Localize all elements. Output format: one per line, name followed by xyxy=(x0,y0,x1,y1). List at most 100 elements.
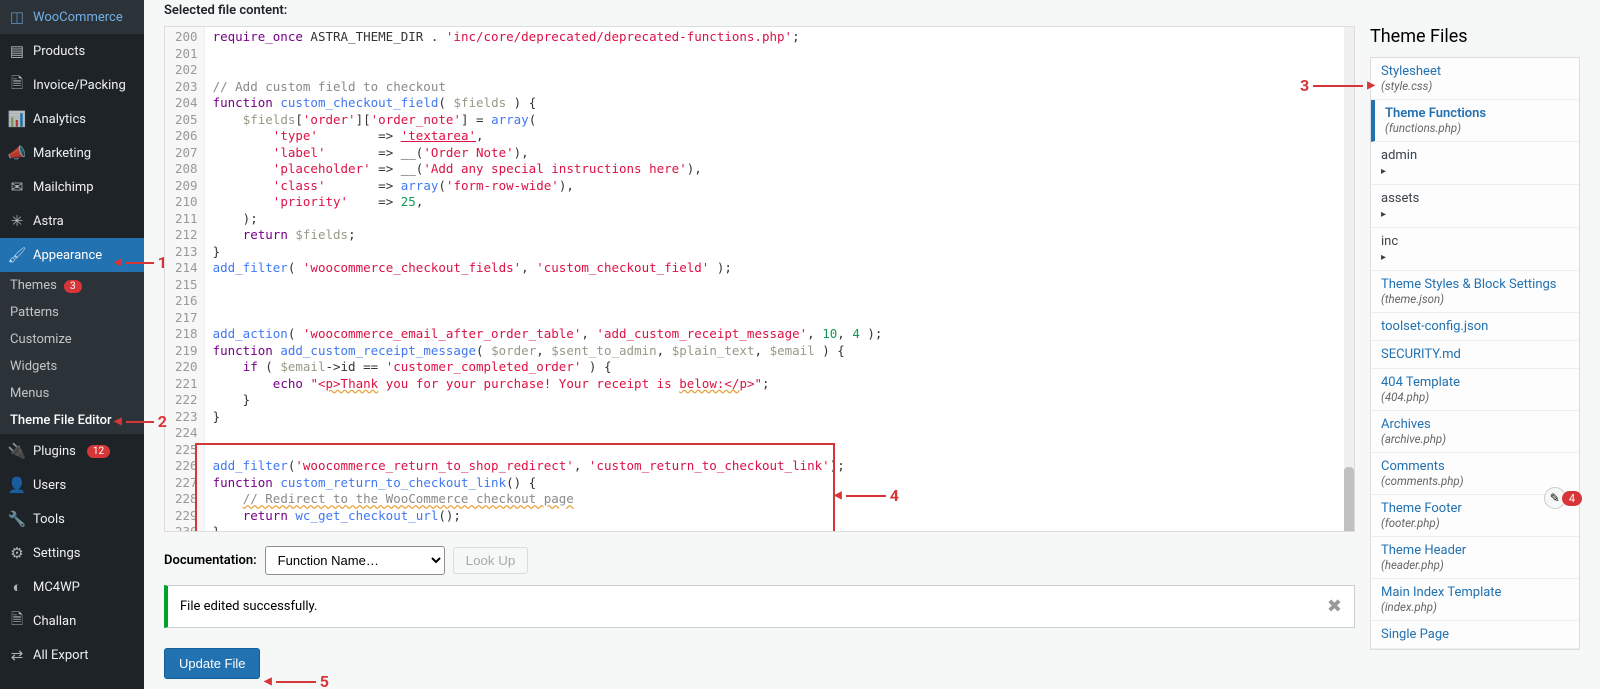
sidebar-item-label: Analytics xyxy=(33,112,86,127)
file-label: Stylesheet xyxy=(1381,64,1569,79)
doc-label: Documentation: xyxy=(164,553,257,568)
annotation-num-4: 4 xyxy=(890,486,899,505)
documentation-row: Documentation: Function Name… Look Up xyxy=(164,532,1355,585)
file-item-admin[interactable]: admin xyxy=(1371,142,1579,185)
update-file-button[interactable]: Update File xyxy=(164,648,260,679)
sidebar-item-label: Plugins xyxy=(33,444,76,459)
sidebar-item-woocommerce[interactable]: ◫ WooCommerce xyxy=(0,0,144,34)
sidebar-item-products[interactable]: ▤ Products xyxy=(0,34,144,68)
file-subname: (functions.php) xyxy=(1385,121,1569,135)
sidebar-item-label: Invoice/Packing xyxy=(33,78,126,93)
file-label: SECURITY.md xyxy=(1381,347,1569,362)
count-badge: 12 xyxy=(87,445,110,458)
success-notice: File edited successfully. ✖ xyxy=(164,585,1355,628)
file-label: Theme Functions xyxy=(1385,106,1569,121)
file-label: Theme Footer xyxy=(1381,501,1569,516)
annotation-arrow-5: 5 xyxy=(264,672,329,689)
file-subname: (header.php) xyxy=(1381,558,1569,572)
sidebar-item-label: Products xyxy=(33,44,85,59)
code-editor[interactable]: 2002012022032042052062072082092102112122… xyxy=(164,26,1355,532)
file-label: Main Index Template xyxy=(1381,585,1569,600)
menu-icon: ▤ xyxy=(8,42,26,60)
file-label: Theme Header xyxy=(1381,543,1569,558)
menu-icon: ◫ xyxy=(8,8,26,26)
file-item-theme-functions[interactable]: Theme Functions(functions.php) xyxy=(1371,100,1579,142)
file-label: Archives xyxy=(1381,417,1569,432)
file-item-stylesheet[interactable]: Stylesheet(style.css) xyxy=(1371,58,1579,100)
file-item-archives[interactable]: Archives(archive.php) xyxy=(1371,411,1579,453)
menu-icon: 🔌 xyxy=(8,442,26,460)
submenu-item-widgets[interactable]: Widgets xyxy=(0,353,144,380)
count-badge: 3 xyxy=(64,280,82,293)
sidebar-item-settings[interactable]: ⚙ Settings xyxy=(0,536,144,570)
menu-icon: ⇄ xyxy=(8,646,26,664)
file-label: assets xyxy=(1381,191,1569,206)
menu-icon: ◐ xyxy=(8,578,26,596)
file-label: Theme Styles & Block Settings xyxy=(1381,277,1569,292)
sidebar-item-plugins[interactable]: 🔌 Plugins 12 xyxy=(0,434,144,468)
file-item-inc[interactable]: inc xyxy=(1371,228,1579,271)
main-content: Selected file content: 20020120220320420… xyxy=(144,0,1600,689)
editor-heading: Selected file content: xyxy=(164,0,1580,26)
sidebar-item-astra[interactable]: ✳ Astra xyxy=(0,204,144,238)
file-item-security-md[interactable]: SECURITY.md xyxy=(1371,341,1579,369)
sidebar-item-invoice-packing[interactable]: 🗎 Invoice/Packing xyxy=(0,68,144,102)
sidebar-item-marketing[interactable]: 📣Marketing xyxy=(0,136,144,170)
sidebar-item-label: Astra xyxy=(33,214,64,229)
file-item-404-template[interactable]: 404 Template(404.php) xyxy=(1371,369,1579,411)
menu-icon: 🗎 xyxy=(8,612,26,630)
doc-function-select[interactable]: Function Name… xyxy=(265,546,445,575)
file-subname: (404.php) xyxy=(1381,390,1569,404)
file-label: admin xyxy=(1381,148,1569,163)
files-list: Stylesheet(style.css)Theme Functions(fun… xyxy=(1370,57,1580,650)
files-panel-title: Theme Files xyxy=(1370,26,1580,57)
annotation-num-5: 5 xyxy=(320,672,329,689)
file-subname: (theme.json) xyxy=(1381,292,1569,306)
sidebar-item-tools[interactable]: 🔧Tools xyxy=(0,502,144,536)
file-label: toolset-config.json xyxy=(1381,319,1569,334)
annotation-arrow-4: 4 xyxy=(834,486,899,505)
menu-icon: ✳ xyxy=(8,212,26,230)
sidebar-item-users[interactable]: 👤 Users xyxy=(0,468,144,502)
file-subname: (archive.php) xyxy=(1381,432,1569,446)
submenu-item-patterns[interactable]: Patterns xyxy=(0,299,144,326)
sidebar-item-label: WooCommerce xyxy=(33,10,123,25)
file-item-main-index-template[interactable]: Main Index Template(index.php) xyxy=(1371,579,1579,621)
scroll-thumb[interactable] xyxy=(1344,467,1354,532)
lookup-button[interactable]: Look Up xyxy=(453,547,529,574)
annotation-num-2: 2 xyxy=(158,412,167,431)
sidebar-item-challan[interactable]: 🗎Challan xyxy=(0,604,144,638)
code-editor-area: 2002012022032042052062072082092102112122… xyxy=(164,26,1355,679)
code-lines[interactable]: require_once ASTRA_THEME_DIR . 'inc/core… xyxy=(205,27,1354,531)
sidebar-item-label: All Export xyxy=(33,648,89,663)
file-item-toolset-config-json[interactable]: toolset-config.json xyxy=(1371,313,1579,341)
sidebar-item-label: Settings xyxy=(33,546,80,561)
file-item-single-page[interactable]: Single Page xyxy=(1371,621,1579,649)
close-icon[interactable]: ✖ xyxy=(1327,596,1342,617)
editor-scrollbar[interactable] xyxy=(1344,27,1354,531)
sidebar-item-mc4wp[interactable]: ◐MC4WP xyxy=(0,570,144,604)
file-subname: (index.php) xyxy=(1381,600,1569,614)
annotation-num-1: 1 xyxy=(158,253,167,272)
file-label: 404 Template xyxy=(1381,375,1569,390)
admin-sidebar: ◫ WooCommerce ▤ Products 🗎 Invoice/Packing 📊An… xyxy=(0,0,144,689)
menu-icon: 🗎 xyxy=(8,76,26,94)
sidebar-item-analytics[interactable]: 📊Analytics xyxy=(0,102,144,136)
menu-icon: 👤 xyxy=(8,476,26,494)
submenu-item-customize[interactable]: Customize xyxy=(0,326,144,353)
file-item-assets[interactable]: assets xyxy=(1371,185,1579,228)
float-badge[interactable]: ✎ 4 xyxy=(1544,487,1582,509)
appearance-submenu: Themes 3PatternsCustomizeWidgetsMenusThe… xyxy=(0,272,144,434)
file-item-theme-header[interactable]: Theme Header(header.php) xyxy=(1371,537,1579,579)
brush-icon: 🖌 xyxy=(8,246,26,264)
submenu-item-themes[interactable]: Themes 3 xyxy=(0,272,144,299)
file-label: inc xyxy=(1381,234,1569,249)
sidebar-item-label: Users xyxy=(33,478,66,493)
submenu-item-menus[interactable]: Menus xyxy=(0,380,144,407)
menu-icon: 📣 xyxy=(8,144,26,162)
annotation-arrow-1: 1 xyxy=(114,253,167,272)
file-item-theme-styles-block-settings[interactable]: Theme Styles & Block Settings(theme.json… xyxy=(1371,271,1579,313)
menu-icon: ⚙ xyxy=(8,544,26,562)
sidebar-item-all-export[interactable]: ⇄ All Export xyxy=(0,638,144,672)
sidebar-item-mailchimp[interactable]: ✉Mailchimp xyxy=(0,170,144,204)
